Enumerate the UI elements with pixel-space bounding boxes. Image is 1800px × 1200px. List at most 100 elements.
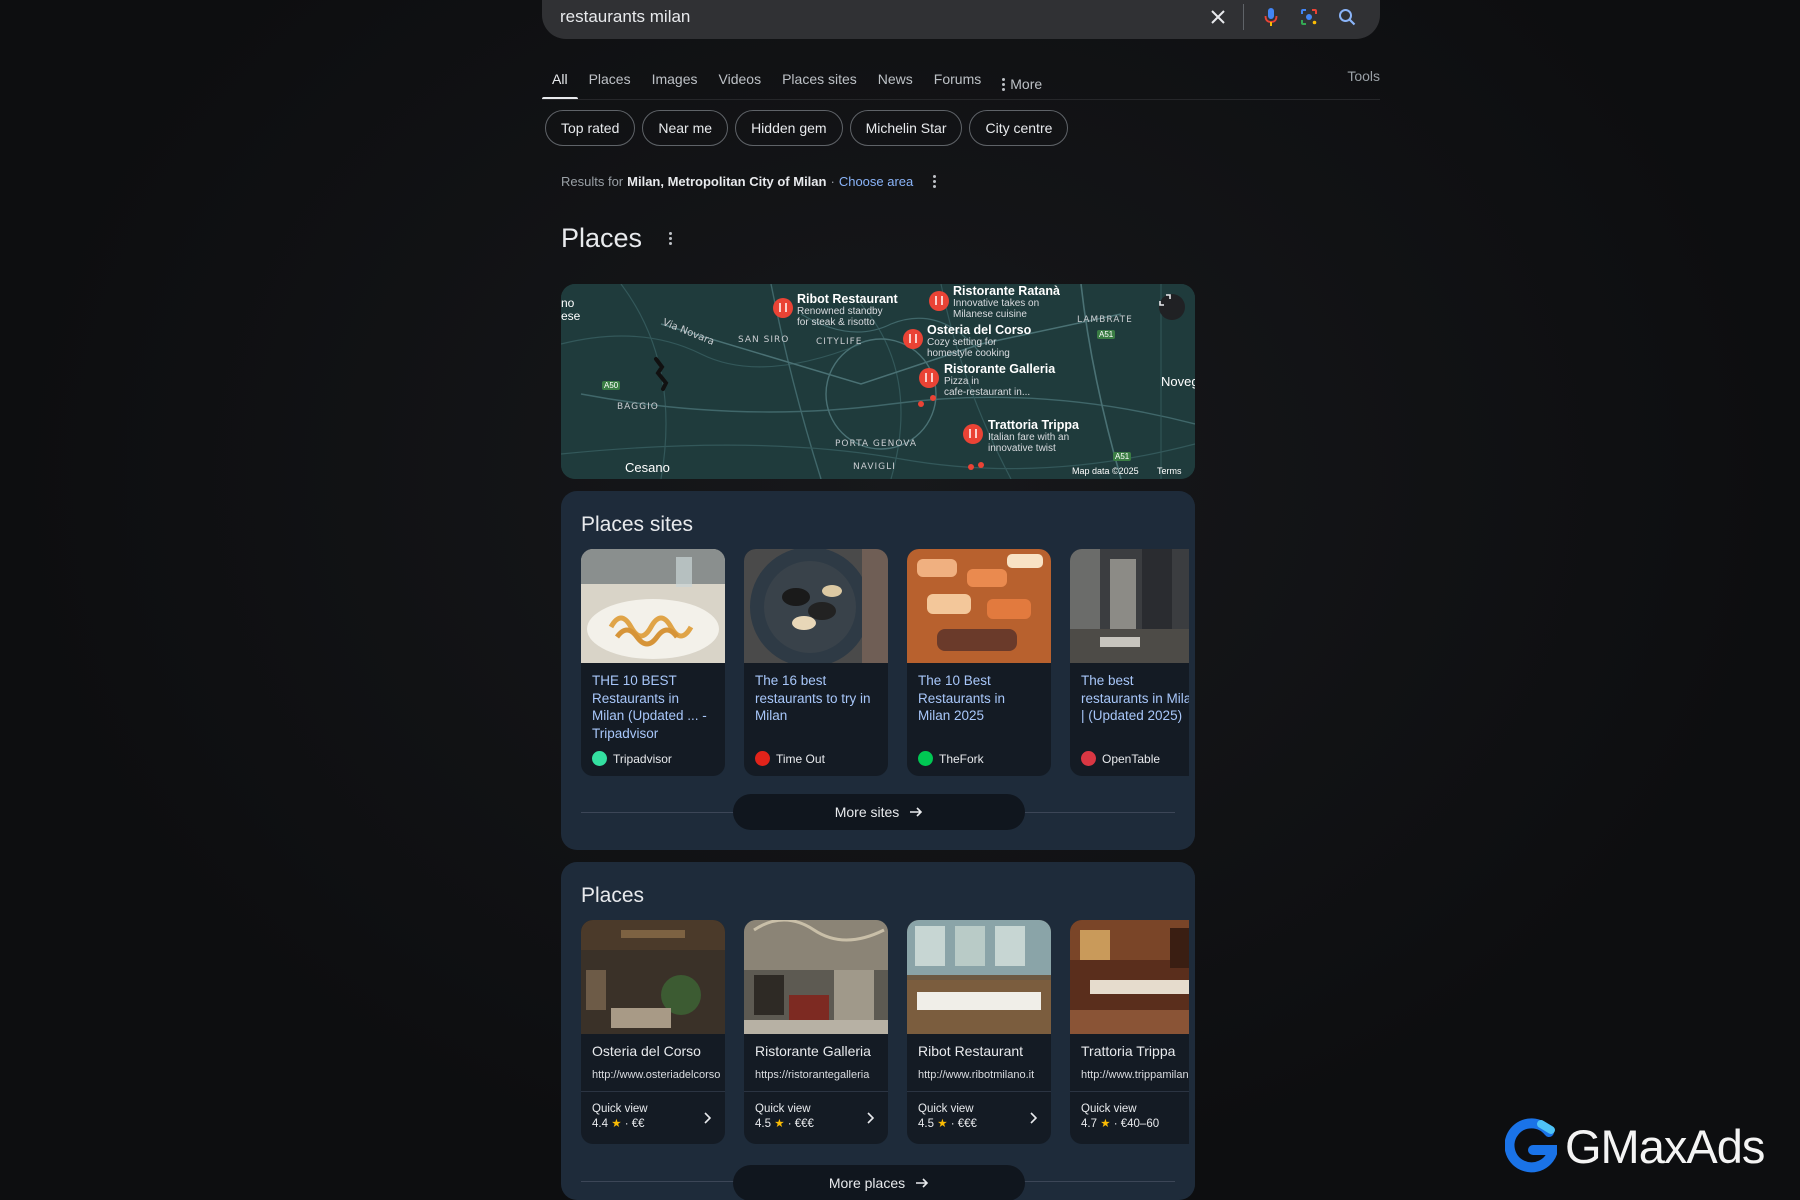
site-card-image bbox=[1070, 549, 1195, 663]
map-edge-label: ese bbox=[561, 309, 581, 323]
results-for-prefix: Results for bbox=[561, 174, 624, 189]
tab-videos[interactable]: Videos bbox=[719, 66, 762, 100]
tab-places[interactable]: Places bbox=[589, 66, 631, 100]
filter-chips: Top rated Near me Hidden gem Michelin St… bbox=[545, 110, 1069, 146]
star-icon: ★ bbox=[937, 1118, 948, 1130]
expand-map-icon[interactable] bbox=[1159, 294, 1185, 320]
map-pin[interactable] bbox=[903, 329, 923, 349]
arrow-right-icon bbox=[916, 1178, 929, 1188]
map-pin[interactable] bbox=[929, 291, 949, 311]
site-card-title: The 16 best restaurants to try in Milan bbox=[755, 673, 871, 723]
site-card[interactable]: The best restaurants in Milan | (Updated… bbox=[1070, 549, 1195, 776]
place-card[interactable]: Trattoria Trippa http://www.trippamilano… bbox=[1070, 920, 1195, 1144]
place-divider bbox=[1070, 1091, 1195, 1092]
chevron-right-icon[interactable] bbox=[1029, 1112, 1037, 1124]
places-options-icon[interactable] bbox=[669, 232, 673, 245]
map-pin[interactable] bbox=[963, 424, 983, 444]
map-pin-label[interactable]: Ristorante Galleria Pizza in cafe-restau… bbox=[944, 363, 1055, 398]
more-places-button[interactable]: More places bbox=[733, 1165, 1025, 1200]
place-website-link[interactable]: http://www.ribotmilano.it bbox=[907, 1059, 1051, 1081]
site-card-title: THE 10 BEST Restaurants in Milan (Update… bbox=[592, 673, 707, 741]
chip-michelin-star[interactable]: Michelin Star bbox=[849, 110, 963, 146]
map-pin[interactable] bbox=[919, 368, 939, 388]
places-map[interactable]: Ribot Restaurant Renowned standby for st… bbox=[561, 284, 1195, 479]
quick-view-label: Quick view bbox=[592, 1103, 648, 1115]
chip-top-rated[interactable]: Top rated bbox=[545, 110, 636, 146]
map-pin-label[interactable]: Ribot Restaurant Renowned standby for st… bbox=[797, 292, 898, 328]
more-vert-icon bbox=[1002, 77, 1006, 91]
star-icon: ★ bbox=[611, 1118, 622, 1130]
place-divider bbox=[581, 1091, 725, 1092]
quick-view[interactable]: Quick view 4.7 ★ · €40–60 bbox=[1081, 1102, 1159, 1132]
map-pin-label[interactable]: Trattoria Trippa Italian fare with an in… bbox=[988, 418, 1079, 454]
site-card[interactable]: THE 10 BEST Restaurants in Milan (Update… bbox=[581, 549, 725, 776]
place-rating: 4.7 bbox=[1081, 1118, 1097, 1130]
choose-area-link[interactable]: Choose area bbox=[839, 174, 913, 189]
carousel-edge bbox=[1189, 491, 1195, 850]
pin-name: Ribot Restaurant bbox=[797, 292, 898, 306]
quick-view[interactable]: Quick view 4.5 ★ · €€€ bbox=[755, 1102, 814, 1132]
place-rating: 4.5 bbox=[918, 1118, 934, 1130]
search-bar[interactable]: restaurants milan bbox=[542, 0, 1380, 39]
place-card-image bbox=[1070, 920, 1195, 1034]
map-pin-label[interactable]: Osteria del Corso Cozy setting for homes… bbox=[927, 324, 1031, 359]
quick-view[interactable]: Quick view 4.4 ★ · €€ bbox=[592, 1102, 648, 1132]
place-card-image bbox=[907, 920, 1051, 1034]
places-panel: Places Osteria del Corso http://www.oste… bbox=[561, 862, 1195, 1200]
places-sites-carousel: THE 10 BEST Restaurants in Milan (Update… bbox=[581, 549, 1195, 776]
site-card-source-name: OpenTable bbox=[1102, 751, 1161, 766]
places-heading-text: Places bbox=[561, 223, 643, 253]
pin-name: Ristorante Ratanà bbox=[953, 284, 1060, 298]
places-panel-title: Places bbox=[581, 884, 645, 907]
place-website-link[interactable]: https://ristorantegalleria bbox=[744, 1059, 888, 1081]
pin-name: Trattoria Trippa bbox=[988, 418, 1079, 432]
map-area-label: CITYLIFE bbox=[816, 337, 863, 347]
chevron-right-icon[interactable] bbox=[866, 1112, 874, 1124]
carousel-edge bbox=[1189, 862, 1195, 1200]
place-card[interactable]: Ristorante Galleria https://ristorantega… bbox=[744, 920, 888, 1144]
place-name: Osteria del Corso bbox=[592, 1043, 701, 1059]
site-card-image bbox=[581, 549, 725, 663]
map-area-label: LAMBRATE bbox=[1077, 315, 1133, 325]
results-separator: · bbox=[830, 174, 835, 189]
site-card[interactable]: The 10 Best Restaurants in Milan 2025 Th… bbox=[907, 549, 1051, 776]
more-sites-button[interactable]: More sites bbox=[733, 794, 1025, 830]
place-card[interactable]: Osteria del Corso http://www.osteriadelc… bbox=[581, 920, 725, 1144]
map-terms-link[interactable]: Terms bbox=[1157, 466, 1182, 476]
highway-badge: A51 bbox=[1113, 452, 1132, 461]
chevron-right-icon[interactable] bbox=[703, 1112, 711, 1124]
place-divider bbox=[744, 1091, 888, 1092]
tab-images[interactable]: Images bbox=[652, 66, 698, 100]
tab-places-sites[interactable]: Places sites bbox=[782, 66, 857, 100]
place-name: Ribot Restaurant bbox=[918, 1043, 1024, 1059]
chip-hidden-gem[interactable]: Hidden gem bbox=[735, 110, 843, 146]
microphone-icon[interactable] bbox=[1256, 2, 1286, 32]
place-card-image bbox=[581, 920, 725, 1034]
site-card[interactable]: The 16 best restaurants to try in Milan … bbox=[744, 549, 888, 776]
place-website-link[interactable]: http://www.trippamilano bbox=[1070, 1059, 1195, 1081]
brand-name: GMaxAds bbox=[1565, 1119, 1765, 1173]
tab-news[interactable]: News bbox=[878, 66, 913, 100]
brand-watermark: GMaxAds bbox=[1505, 1118, 1765, 1174]
place-website-link[interactable]: http://www.osteriadelcorso bbox=[581, 1059, 725, 1081]
place-rating: 4.4 bbox=[592, 1118, 608, 1130]
tab-forums[interactable]: Forums bbox=[934, 66, 981, 100]
tab-more[interactable]: More bbox=[1002, 66, 1042, 100]
chip-near-me[interactable]: Near me bbox=[642, 110, 729, 146]
pin-desc: Cozy setting for bbox=[927, 337, 997, 348]
lens-icon[interactable] bbox=[1294, 2, 1324, 32]
map-pin[interactable] bbox=[773, 298, 793, 318]
clear-icon[interactable] bbox=[1203, 2, 1233, 32]
chip-city-centre[interactable]: City centre bbox=[969, 110, 1069, 146]
quick-view[interactable]: Quick view 4.5 ★ · €€€ bbox=[918, 1102, 977, 1132]
star-icon: ★ bbox=[774, 1118, 785, 1130]
results-options-icon[interactable] bbox=[933, 175, 937, 188]
place-card-image bbox=[744, 920, 888, 1034]
search-icon[interactable] bbox=[1332, 2, 1362, 32]
tab-all[interactable]: All bbox=[542, 66, 577, 100]
map-pin-label[interactable]: Ristorante Ratanà Innovative takes on Mi… bbox=[953, 284, 1060, 320]
search-input[interactable]: restaurants milan bbox=[560, 7, 1195, 27]
place-card[interactable]: Ribot Restaurant http://www.ribotmilano.… bbox=[907, 920, 1051, 1144]
tools-button[interactable]: Tools bbox=[1347, 68, 1380, 84]
places-sites-panel: Places sites THE 10 BEST Restaurants in … bbox=[561, 491, 1195, 850]
